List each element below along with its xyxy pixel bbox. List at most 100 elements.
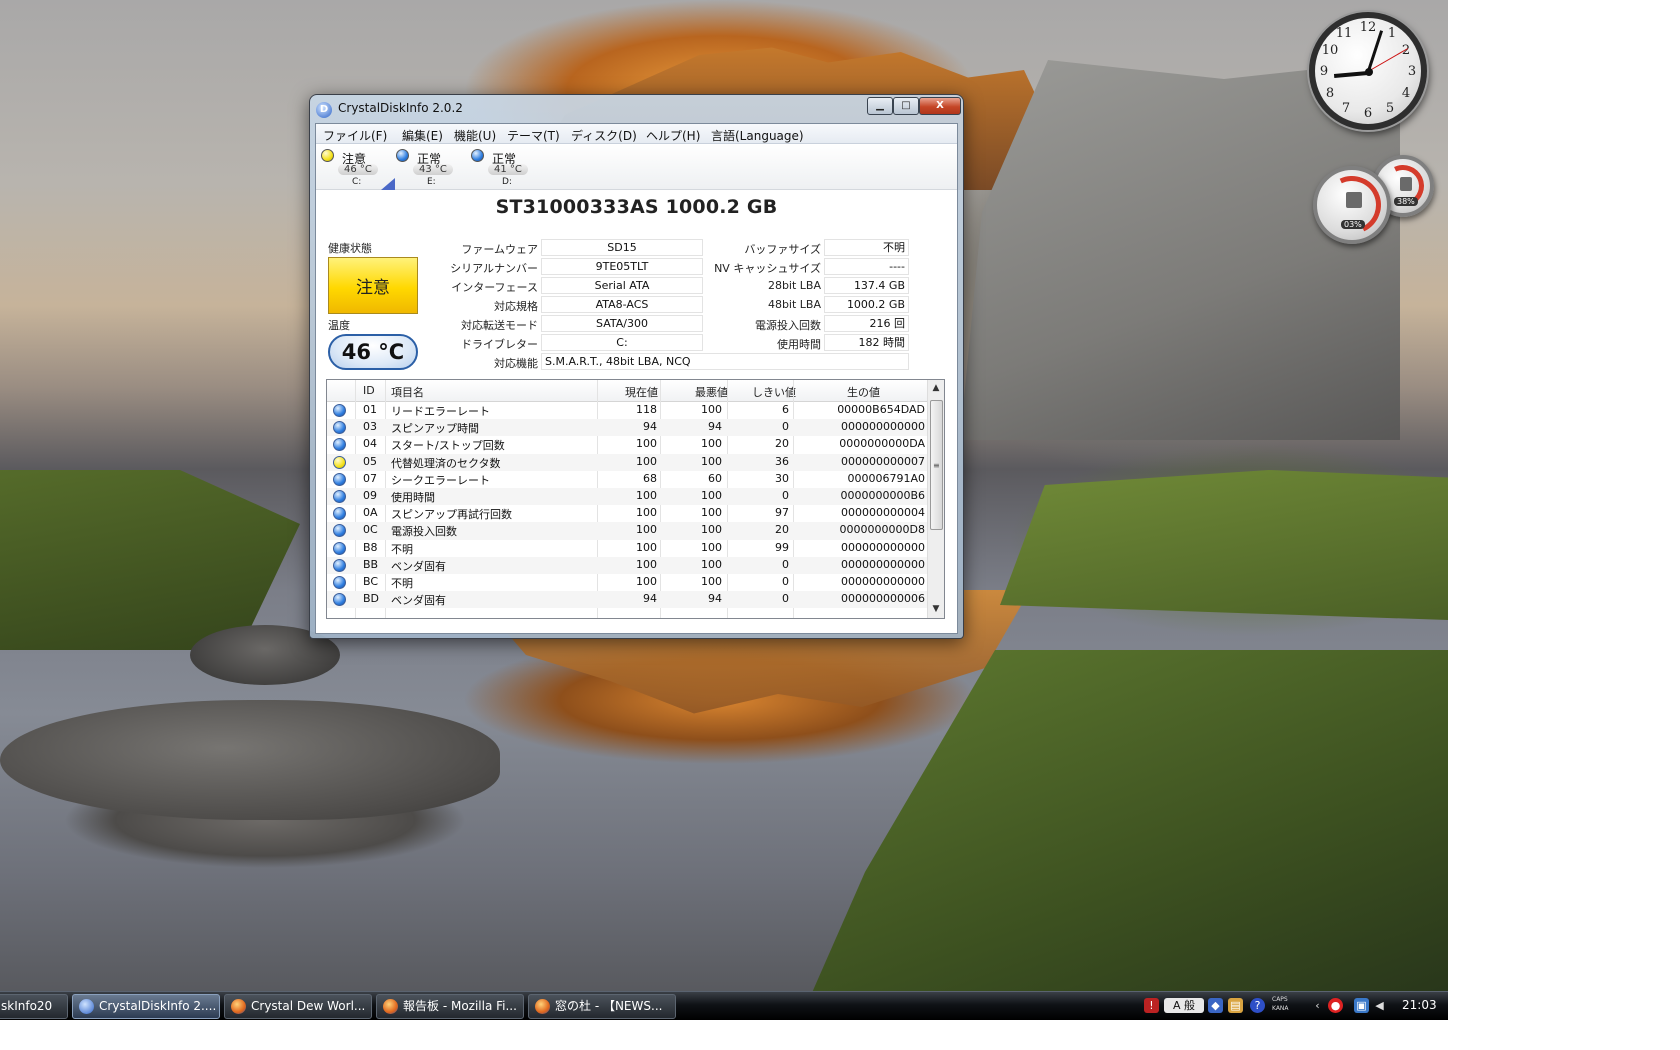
close-button[interactable]: X — [919, 97, 961, 115]
taskbar-label: skInfo20 — [1, 999, 53, 1013]
table-scrollbar[interactable]: ▲ ≡ ▼ — [927, 380, 944, 618]
cell-worst: 100 — [701, 488, 722, 502]
table-row[interactable]: 04 スタート/ストップ回数 100 100 20 0000000000DA — [327, 436, 929, 453]
menu-edit[interactable]: 編集(E) — [402, 127, 443, 144]
menu-disk[interactable]: ディスク(D) — [571, 127, 637, 144]
kana-indicator: KANA — [1272, 1005, 1289, 1012]
cell-thr: 20 — [775, 523, 789, 537]
menu-theme[interactable]: テーマ(T) — [507, 127, 560, 144]
cell-worst: 94 — [708, 420, 722, 434]
taskbar-clock[interactable]: 21:03 — [1402, 998, 1437, 1012]
table-row[interactable]: 05 代替処理済のセクタ数 100 100 36 000000000007 — [327, 453, 929, 471]
clock-number: 4 — [1401, 86, 1411, 101]
taskbar: skInfo20 CrystalDiskInfo 2.... Crystal D… — [0, 991, 1448, 1020]
table-row[interactable]: BD ベンダ固有 94 94 0 000000000006 — [327, 591, 929, 609]
column-header-threshold[interactable]: しきい値 — [752, 384, 796, 400]
menu-language[interactable]: 言語(Language) — [711, 127, 804, 144]
ime-indicator[interactable]: A 般 — [1164, 998, 1204, 1013]
table-row[interactable]: 03 スピンアップ時間 94 94 0 000000000000 — [327, 419, 929, 437]
taskbar-button[interactable]: skInfo20 — [0, 994, 68, 1019]
taskbar-button-firefox[interactable]: 窓の杜 - 【NEWS... — [528, 994, 676, 1019]
table-row[interactable]: BC 不明 100 100 0 000000000000 — [327, 574, 929, 591]
maximize-button[interactable]: □ — [893, 97, 919, 115]
taskbar-button-firefox[interactable]: Crystal Dew Worl... — [224, 994, 372, 1019]
cell-thr: 97 — [775, 506, 789, 520]
table-row[interactable]: 07 シークエラーレート 68 60 30 000006791A0 — [327, 471, 929, 488]
caps-kana-indicator: CAPS KANA — [1272, 995, 1289, 1013]
cell-name: 使用時間 — [391, 490, 435, 504]
caution-status-icon — [321, 149, 334, 162]
table-row[interactable]: B8 不明 100 100 99 000000000000 — [327, 540, 929, 557]
cell-cur: 100 — [636, 437, 657, 451]
minimize-button[interactable]: ▁ — [867, 97, 893, 115]
ime-pad-icon[interactable]: ▤ — [1228, 998, 1243, 1013]
table-row[interactable]: 0C 電源投入回数 100 100 20 0000000000D8 — [327, 522, 929, 540]
column-header-id[interactable]: ID — [363, 384, 375, 397]
scroll-down-arrow[interactable]: ▼ — [928, 601, 944, 617]
wallpaper-rock — [0, 700, 500, 820]
column-header-worst[interactable]: 最悪値 — [695, 384, 728, 400]
volume-icon[interactable]: ◀ — [1372, 998, 1387, 1013]
cell-name: スピンアップ再試行回数 — [391, 508, 512, 522]
menu-function[interactable]: 機能(U) — [454, 127, 496, 144]
health-status-button[interactable]: 注意 — [328, 257, 418, 314]
security-icon[interactable]: ● — [1328, 998, 1343, 1013]
table-row[interactable]: 09 使用時間 100 100 0 0000000000B6 — [327, 487, 929, 506]
ime-tool-icon[interactable]: ◆ — [1208, 998, 1223, 1013]
scroll-thumb[interactable]: ≡ — [930, 400, 943, 530]
good-status-icon — [471, 149, 484, 162]
serial-value: 9TE05TLT — [541, 258, 703, 275]
cell-worst: 100 — [701, 574, 722, 588]
memory-percent: 38% — [1394, 197, 1418, 206]
cell-id: BD — [363, 592, 380, 606]
disk-tab-d[interactable]: 正常 41 °C D: — [468, 146, 538, 188]
temperature-display[interactable]: 46 °C — [328, 334, 418, 370]
alert-icon[interactable]: ! — [1144, 998, 1159, 1013]
disk-tab-c[interactable]: 注意 46 °C C: — [318, 146, 395, 190]
crystaldiskinfo-window[interactable]: D CrystalDiskInfo 2.0.2 ▁ □ X ファイル(F) 編集… — [309, 94, 964, 639]
column-header-raw[interactable]: 生の値 — [847, 384, 880, 400]
titlebar[interactable]: D CrystalDiskInfo 2.0.2 ▁ □ X — [310, 95, 963, 123]
taskbar-button-crystaldiskinfo[interactable]: CrystalDiskInfo 2.... — [72, 994, 220, 1019]
table-row[interactable]: 01 リードエラーレート 118 100 6 00000B654DAD — [327, 402, 929, 419]
network-icon[interactable]: ▣ — [1354, 998, 1369, 1013]
column-header-name[interactable]: 項目名 — [391, 384, 424, 400]
cpu-meter-gadget[interactable]: 03% — [1313, 166, 1391, 244]
clock-gadget[interactable]: 12 1 2 3 4 5 6 7 8 9 10 11 — [1309, 12, 1427, 130]
menu-help[interactable]: ヘルプ(H) — [646, 127, 700, 144]
cell-cur: 68 — [643, 471, 657, 485]
power-on-count-value: 216 回 — [824, 315, 909, 332]
disk-temperature: 46 °C — [338, 164, 378, 175]
transfer-mode-value: SATA/300 — [541, 315, 703, 332]
cell-worst: 100 — [701, 523, 722, 537]
interface-label: インターフェース — [451, 281, 538, 294]
wallpaper-grass-left — [0, 470, 300, 650]
smart-attributes-table[interactable]: ID 項目名 現在値 最悪値 しきい値 生の値 01 リードエラーレート 118 10… — [326, 379, 945, 619]
features-label: 対応機能 — [494, 357, 538, 370]
table-row[interactable]: 0A スピンアップ再試行回数 100 100 97 000000000004 — [327, 505, 929, 522]
power-on-hours-label: 使用時間 — [777, 338, 821, 351]
chevron-left-icon[interactable]: ‹ — [1310, 998, 1325, 1013]
cell-id: 07 — [363, 471, 377, 485]
cell-name: 不明 — [391, 542, 413, 556]
table-row[interactable]: BB ベンダ固有 100 100 0 000000000000 — [327, 556, 929, 574]
help-icon[interactable]: ? — [1250, 998, 1265, 1013]
clock-number: 1 — [1387, 26, 1397, 41]
disk-letter: C: — [352, 177, 362, 187]
drive-letter-value: C: — [541, 334, 703, 351]
cell-name: ベンダ固有 — [391, 559, 446, 573]
menu-file[interactable]: ファイル(F) — [323, 127, 387, 144]
disk-tab-e[interactable]: 正常 43 °C E: — [393, 146, 463, 188]
scroll-up-arrow[interactable]: ▲ — [928, 380, 944, 396]
cell-worst: 100 — [701, 403, 722, 416]
cell-cur: 100 — [636, 506, 657, 520]
cell-name: 電源投入回数 — [391, 525, 457, 539]
cell-thr: 6 — [782, 403, 789, 416]
column-header-current[interactable]: 現在値 — [625, 384, 658, 400]
cell-raw: 0000000000B6 — [840, 488, 925, 502]
taskbar-button-firefox[interactable]: 報告板 - Mozilla Fi... — [376, 994, 524, 1019]
crystaldiskinfo-icon — [79, 999, 94, 1014]
lba28-value: 137.4 GB — [824, 277, 909, 294]
cell-raw: 000000000000 — [841, 557, 925, 571]
caution-status-icon — [333, 455, 346, 469]
